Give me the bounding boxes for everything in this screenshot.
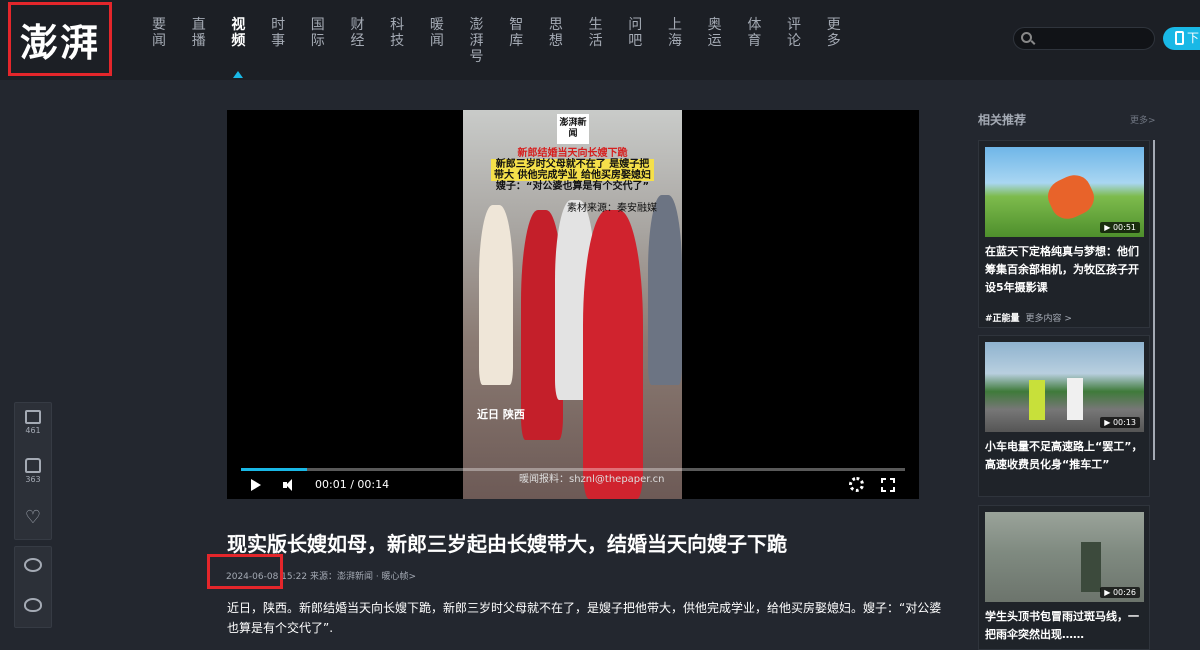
- phone-icon: [1175, 31, 1184, 45]
- date-highlight-box: [207, 554, 283, 589]
- related-thumbnail[interactable]: ▶ 00:13: [985, 342, 1144, 432]
- favorite-button[interactable]: ♡: [15, 499, 51, 539]
- nav-item-zhibo[interactable]: 直播: [191, 17, 231, 65]
- related-heading: 相关推荐: [978, 113, 1027, 127]
- search-box[interactable]: [1013, 27, 1155, 50]
- nav-item-pengpaihao[interactable]: 澎湃号: [469, 17, 509, 65]
- comment-count: 461: [25, 426, 41, 435]
- logo-text: 澎湃: [19, 19, 100, 65]
- nav-item-shishi[interactable]: 时事: [270, 17, 310, 65]
- weibo-share-button[interactable]: [15, 587, 51, 627]
- comment-button[interactable]: 461: [15, 403, 51, 451]
- related-tag-row: #正能量 更多内容 >: [985, 311, 1072, 324]
- nav-item-aoyun[interactable]: 奥运: [707, 17, 747, 65]
- download-app-button[interactable]: 下: [1163, 27, 1200, 50]
- video-overlay-logo: 澎湃新闻: [557, 114, 589, 144]
- video-progress-bar[interactable]: [241, 468, 905, 471]
- comment-icon: [25, 410, 41, 424]
- video-player[interactable]: 澎湃新闻 新郎结婚当天向长嫂下跪 新郎三岁时父母就不在了 是嫂子把他 带大 供他…: [227, 110, 919, 499]
- related-card[interactable]: ▶ 00:13 小车电量不足高速路上“罢工”，高速收费员化身“推车工”: [978, 335, 1150, 497]
- related-card[interactable]: ▶ 00:26 学生头顶书包冒雨过斑马线，一把雨伞突然出现……: [978, 505, 1150, 650]
- share-bar: 461 363 ♡: [14, 402, 52, 634]
- video-duration: ▶ 00:51: [1100, 222, 1140, 233]
- volume-icon[interactable]: [283, 479, 297, 491]
- article-summary: 近日，陕西。新郎结婚当天向长嫂下跪，新郎三岁时父母就不在了，是嫂子把他带大，供他…: [227, 601, 942, 635]
- nav-item-keji[interactable]: 科技: [389, 17, 429, 65]
- main-nav: 要闻 直播 视频 时事 国际 财经 科技 暖闻 澎湃号 智库 思想 生活 问吧 …: [151, 17, 865, 65]
- nav-item-guoji[interactable]: 国际: [310, 17, 350, 65]
- video-caption-4: 嫂子：“对公婆也算是有个交代了”: [495, 181, 650, 192]
- active-tab-indicator: [233, 71, 243, 78]
- like-count: 363: [25, 475, 41, 484]
- related-scrollbar[interactable]: [1153, 140, 1155, 460]
- related-title[interactable]: 小车电量不足高速路上“罢工”，高速收费员化身“推车工”: [985, 438, 1145, 474]
- video-duration: ▶ 00:13: [1100, 417, 1140, 428]
- nav-item-shenghuo[interactable]: 生活: [588, 17, 628, 65]
- like-button[interactable]: 363: [15, 451, 51, 499]
- settings-gear-icon[interactable]: [849, 477, 864, 492]
- wechat-share-button[interactable]: [15, 547, 51, 587]
- related-card[interactable]: ▶ 00:51 在蓝天下定格纯真与梦想：他们筹集百余部相机，为牧区孩子开设5年摄…: [978, 140, 1150, 328]
- nav-item-shipin[interactable]: 视频: [230, 17, 270, 65]
- top-header: 澎湃 要闻 直播 视频 时事 国际 财经 科技 暖闻 澎湃号 智库 思想 生活 …: [0, 0, 1200, 80]
- related-tag[interactable]: #正能量: [985, 314, 1020, 324]
- article-title: 现实版长嫂如母，新郎三岁起由长嫂带大，结婚当天向嫂子下跪: [227, 532, 787, 556]
- related-title[interactable]: 学生头顶书包冒雨过斑马线，一把雨伞突然出现……: [985, 608, 1145, 644]
- nav-item-tiyu[interactable]: 体育: [746, 17, 786, 65]
- video-frame: 澎湃新闻 新郎结婚当天向长嫂下跪 新郎三岁时父母就不在了 是嫂子把他 带大 供他…: [463, 110, 682, 499]
- nav-item-sixiang[interactable]: 思想: [548, 17, 588, 65]
- related-thumbnail[interactable]: ▶ 00:26: [985, 512, 1144, 602]
- related-title[interactable]: 在蓝天下定格纯真与梦想：他们筹集百余部相机，为牧区孩子开设5年摄影课: [985, 243, 1145, 297]
- video-progress-fill: [241, 468, 308, 471]
- share-group: [14, 546, 52, 628]
- nav-item-gengduo[interactable]: 更多: [826, 17, 866, 65]
- video-source: 素材来源：秦安融媒: [567, 203, 657, 214]
- related-more-link[interactable]: 更多>: [1130, 113, 1156, 126]
- heart-icon: ♡: [24, 507, 42, 528]
- nav-item-nuanwen[interactable]: 暖闻: [429, 17, 469, 65]
- video-time: 00:01 / 00:14: [315, 478, 390, 491]
- nav-item-caijing[interactable]: 财经: [349, 17, 389, 65]
- related-tag-more[interactable]: 更多内容 >: [1026, 314, 1072, 324]
- video-caption-1: 新郎结婚当天向长嫂下跪: [517, 148, 628, 159]
- play-icon[interactable]: [251, 479, 261, 491]
- video-caption-3: 带大 供他完成学业 给他买房娶媳妇: [491, 170, 654, 181]
- thepaper-logo[interactable]: 澎湃: [8, 2, 112, 76]
- video-duration: ▶ 00:26: [1100, 587, 1140, 598]
- download-label: 下: [1187, 31, 1200, 45]
- fullscreen-icon[interactable]: [881, 478, 895, 492]
- related-thumbnail[interactable]: ▶ 00:51: [985, 147, 1144, 237]
- nav-item-wenba[interactable]: 问吧: [627, 17, 667, 65]
- wechat-icon: [24, 558, 42, 572]
- nav-item-shanghai[interactable]: 上海: [667, 17, 707, 65]
- nav-item-pinglun[interactable]: 评论: [786, 17, 826, 65]
- weibo-icon: [24, 598, 42, 612]
- video-tip-email: 暖闻报料：shznl@thepaper.cn: [519, 474, 665, 485]
- nav-item-yaowen[interactable]: 要闻: [151, 17, 191, 65]
- search-icon: [1021, 32, 1032, 43]
- nav-item-zhiku[interactable]: 智库: [508, 17, 548, 65]
- engagement-group: 461 363 ♡: [14, 402, 52, 540]
- thumbs-up-icon: [25, 458, 41, 473]
- video-location: 近日 陕西: [477, 408, 525, 421]
